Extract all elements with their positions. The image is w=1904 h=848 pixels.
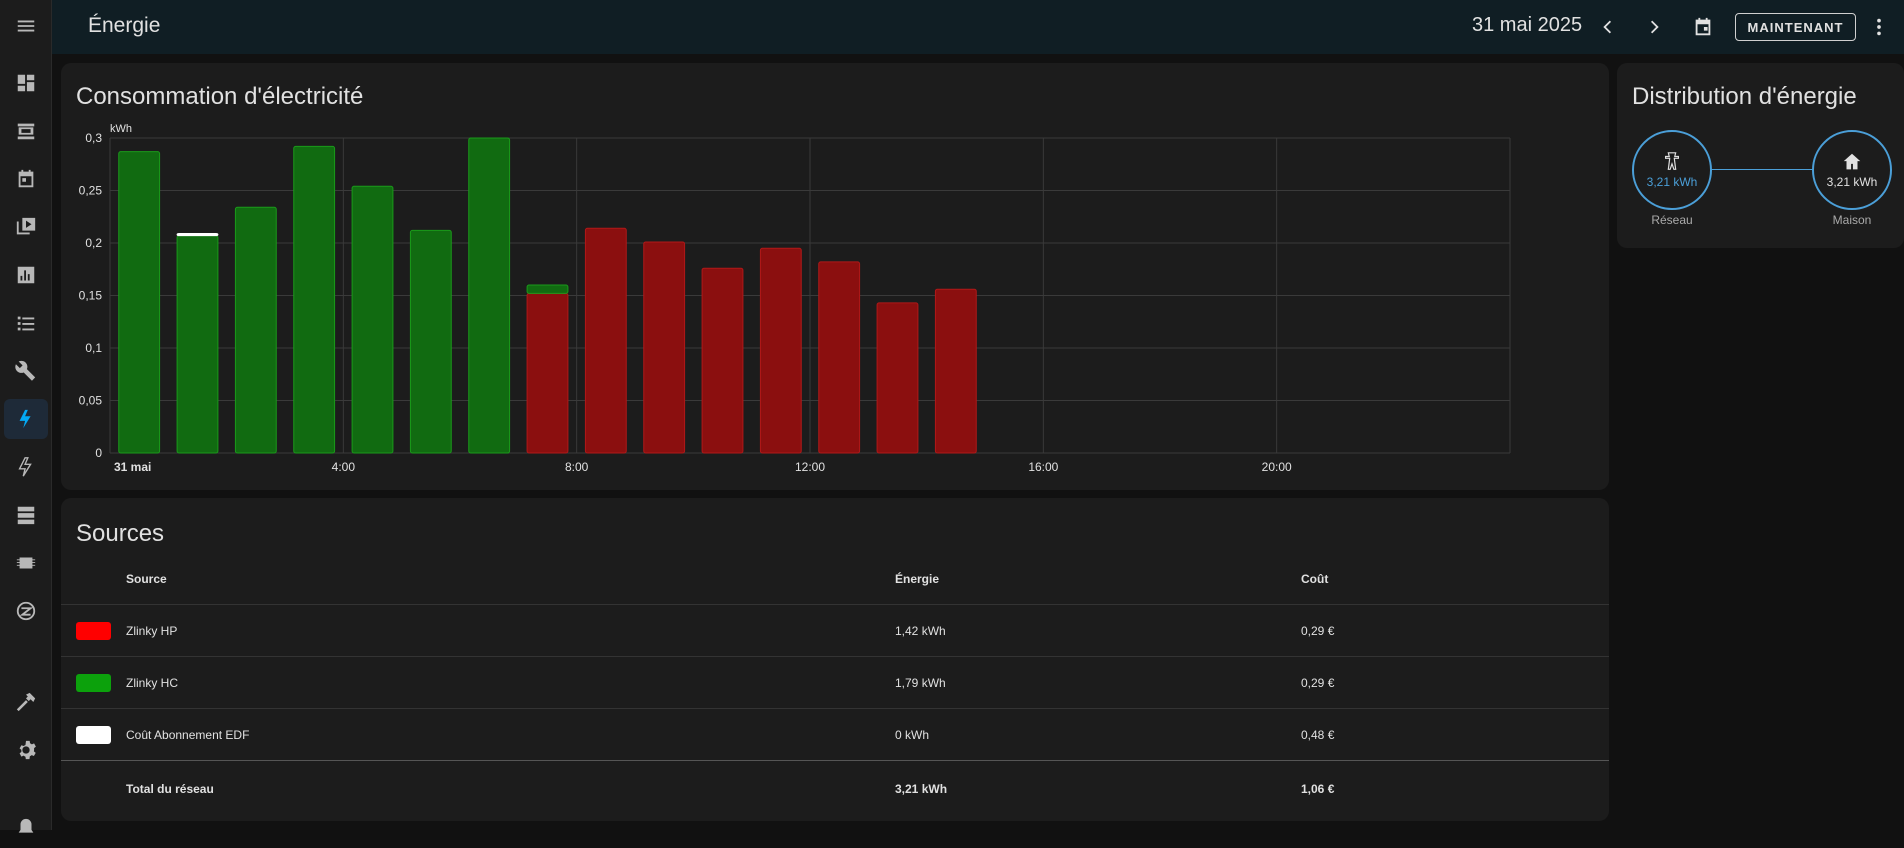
bar-zlinky-hc	[293, 145, 336, 454]
sources-card: Sources Source Énergie Coût Zlinky HP 1,…	[61, 498, 1609, 821]
y-tick-label: 0	[95, 446, 102, 460]
consumption-chart: 0 0,05 0,1 0,15 0,2 0,25 0,3 31 mai 4:00 8:00 12:0…	[79, 123, 1511, 474]
home-icon	[1843, 153, 1861, 170]
chip-icon[interactable]	[4, 543, 48, 583]
bar-zlinky-hc	[234, 206, 277, 454]
grid-node[interactable]: 3,21 kWh	[1632, 130, 1712, 210]
table-row: Zlinky HP 1,42 kWh 0,29 €	[61, 605, 1609, 657]
source-energy: 0 kWh	[895, 728, 930, 742]
bar-zlinky-hp	[643, 241, 686, 454]
hacs-icon[interactable]	[4, 111, 48, 151]
page-title: Énergie	[88, 14, 161, 37]
source-cost: 0,48 €	[1301, 728, 1335, 742]
y-axis-label: kWh	[110, 123, 132, 135]
x-tick-label: 4:00	[332, 460, 356, 474]
bar-zlinky-hp	[701, 267, 744, 454]
x-tick-label: 31 mai	[114, 460, 151, 474]
bar-zlinky-hp	[876, 302, 919, 454]
bar-zlinky-hc	[176, 235, 219, 454]
flow-line	[1711, 169, 1813, 170]
source-energy: 1,42 kWh	[895, 624, 946, 638]
sources-title: Sources	[76, 520, 165, 547]
x-tick-label: 12:00	[795, 460, 825, 474]
home-label: Maison	[1832, 213, 1872, 227]
x-tick-label: 20:00	[1262, 460, 1292, 474]
source-name: Zlinky HC	[126, 676, 179, 690]
calendar-picker-icon[interactable]	[1688, 12, 1718, 42]
y-tick-label: 0,15	[79, 289, 103, 303]
x-tick-label: 8:00	[565, 460, 589, 474]
y-tick-label: 0,3	[85, 131, 102, 145]
sidebar	[0, 0, 52, 833]
total-cost: 1,06 €	[1301, 782, 1335, 796]
distribution-title: Distribution d'énergie	[1632, 83, 1857, 110]
zigbee-icon[interactable]	[4, 591, 48, 631]
color-swatch	[76, 622, 111, 640]
dashboard-icon[interactable]	[4, 63, 48, 103]
date-label: 31 mai 2025	[1472, 14, 1583, 36]
y-tick-label: 0,05	[79, 394, 103, 408]
table-total-row: Total du réseau 3,21 kWh 1,06 €	[61, 763, 1609, 815]
now-button[interactable]: MAINTENANT	[1735, 13, 1856, 41]
total-energy: 3,21 kWh	[895, 782, 948, 796]
transmission-tower-icon	[1664, 152, 1680, 170]
chevron-right-icon[interactable]	[1640, 12, 1670, 42]
bar-zlinky-hc	[468, 137, 511, 454]
wrench-icon[interactable]	[4, 351, 48, 391]
table-header: Source Énergie Coût	[61, 553, 1609, 605]
more-vert-icon[interactable]	[1864, 12, 1894, 42]
color-swatch	[76, 674, 111, 692]
bar-zlinky-hc	[351, 185, 394, 454]
media-icon[interactable]	[4, 207, 48, 247]
bar-zlinky-hp	[526, 292, 569, 454]
source-cost: 0,29 €	[1301, 676, 1335, 690]
source-name: Coût Abonnement EDF	[126, 728, 250, 742]
col-energy[interactable]: Énergie	[895, 572, 939, 586]
bar-zlinky-hp	[934, 288, 977, 454]
consumption-card: Consommation d'électricité 0 0,05 0,1 0,15 0…	[61, 63, 1609, 490]
table-row: Zlinky HC 1,79 kWh 0,29 €	[61, 657, 1609, 709]
color-swatch	[76, 726, 111, 744]
logbook-icon[interactable]	[4, 303, 48, 343]
y-tick-label: 0,2	[85, 236, 102, 250]
energy-icon[interactable]	[4, 399, 48, 439]
settings-icon[interactable]	[4, 730, 48, 770]
col-cost[interactable]: Coût	[1301, 572, 1328, 586]
calendar-icon[interactable]	[4, 159, 48, 199]
bar-co-t-abonnement-edf	[176, 233, 219, 237]
lightning-icon[interactable]	[4, 447, 48, 487]
table-row: Coût Abonnement EDF 0 kWh 0,48 €	[61, 709, 1609, 761]
top-bar: Énergie 31 mai 2025 MAINTENANT	[52, 0, 1904, 54]
bar-zlinky-hp	[818, 261, 861, 454]
grid-value: 3,21 kWh	[1646, 175, 1698, 189]
source-energy: 1,79 kWh	[895, 676, 946, 690]
x-tick-label: 16:00	[1028, 460, 1058, 474]
menu-icon[interactable]	[4, 6, 48, 46]
chevron-left-icon[interactable]	[1592, 12, 1622, 42]
bar-zlinky-hc	[118, 151, 161, 454]
bar-zlinky-hp	[759, 247, 802, 454]
home-node[interactable]: 3,21 kWh	[1812, 130, 1892, 210]
total-name: Total du réseau	[126, 782, 214, 796]
hammer-icon[interactable]	[4, 682, 48, 722]
source-name: Zlinky HP	[126, 624, 178, 638]
bar-zlinky-hp	[584, 227, 627, 454]
y-tick-label: 0,25	[79, 184, 103, 198]
y-tick-label: 0,1	[85, 341, 102, 355]
distribution-card: Distribution d'énergie 3,21 kWh Réseau 3…	[1617, 63, 1904, 248]
history-icon[interactable]	[4, 255, 48, 295]
bar-zlinky-hc	[526, 284, 569, 294]
source-cost: 0,29 €	[1301, 624, 1335, 638]
home-value: 3,21 kWh	[1826, 175, 1878, 189]
grid-label: Réseau	[1651, 213, 1693, 227]
server-icon[interactable]	[4, 495, 48, 535]
col-source[interactable]: Source	[126, 572, 167, 586]
bell-icon[interactable]	[4, 808, 48, 848]
bar-zlinky-hc	[409, 229, 452, 454]
